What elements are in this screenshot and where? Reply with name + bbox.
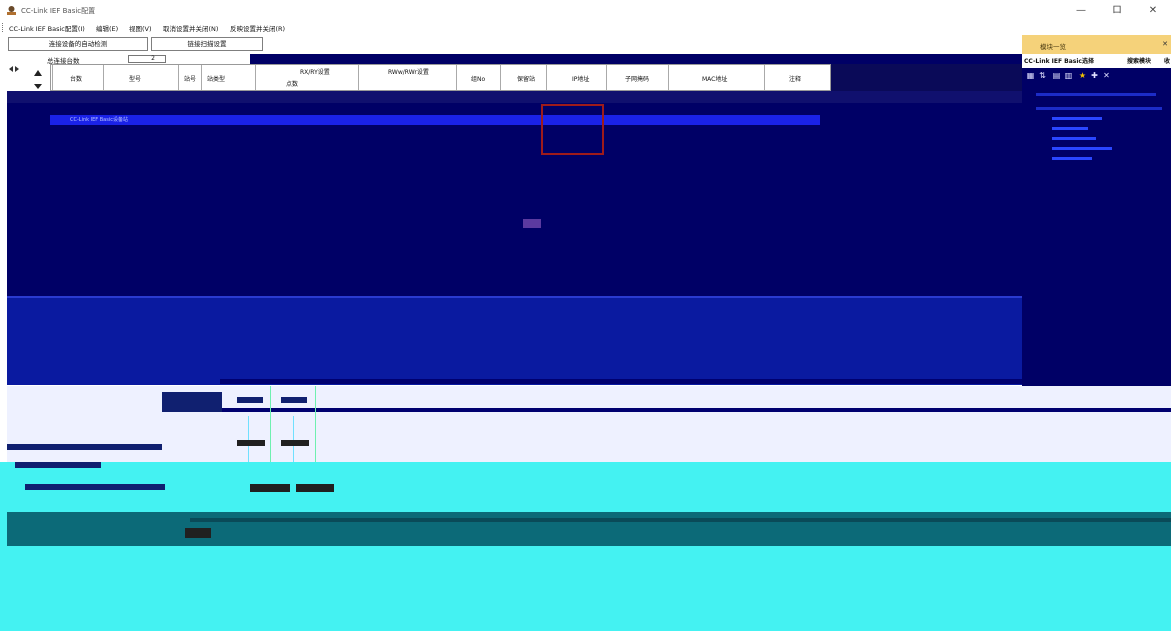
header-ip[interactable]: IP地址 [572, 74, 589, 83]
device-icon [185, 528, 211, 538]
header-subnet[interactable]: 子网掩码 [625, 74, 649, 83]
add-icon[interactable]: ✚ [1089, 70, 1100, 81]
status-band-line [190, 518, 1171, 522]
column-divider [103, 65, 104, 90]
menu-cclink[interactable]: CC-Link IEF Basic配置(I) [9, 23, 85, 33]
column-divider [668, 65, 669, 90]
network-line [7, 296, 1022, 298]
label-bar [25, 484, 165, 490]
column-divider [500, 65, 501, 90]
module-list-header: 模块一览 ✕ [1022, 35, 1171, 54]
close-button[interactable]: ✕ [1135, 0, 1171, 22]
prev-next-icon[interactable] [9, 66, 19, 72]
collapse-icon[interactable]: ▥ [1063, 70, 1074, 81]
device-icon [237, 440, 265, 446]
expand-icon[interactable]: ▤ [1051, 70, 1062, 81]
device-icon [237, 397, 263, 403]
module-list-title: 模块一览 [1040, 43, 1066, 51]
close-icon[interactable]: ✕ [1162, 40, 1168, 48]
master-station-icon [162, 392, 222, 412]
station-row[interactable] [7, 91, 1022, 103]
menu-apply-close[interactable]: 反映设置并关闭(R) [230, 23, 285, 33]
tab-search-module[interactable]: 搜索模块 [1127, 56, 1151, 65]
header-mac[interactable]: MAC地址 [702, 74, 727, 83]
delete-icon[interactable]: ✕ [1101, 70, 1112, 81]
title-bar: CC-Link IEF Basic配置 — ロ ✕ [0, 0, 1171, 22]
module-list-item[interactable] [1052, 127, 1088, 130]
device-icon [281, 397, 307, 403]
module-list-category[interactable] [1036, 107, 1162, 110]
column-divider [178, 65, 179, 90]
grid-header: 台数 型号 站号 站类型 RX/RY设置 点数 RWw/RWr设置 组No 保留… [7, 64, 831, 91]
minimize-button[interactable]: — [1063, 0, 1099, 22]
header-rx-ry[interactable]: RX/RY设置 [300, 67, 330, 76]
column-divider [52, 65, 53, 90]
module-list-tabs: CC-Link IEF Basic选择 搜索模块 收 [1022, 54, 1171, 68]
restore-button[interactable]: ロ [1099, 0, 1135, 22]
column-divider [456, 65, 457, 90]
menubar-grip [2, 23, 4, 32]
tab-cclink-select[interactable]: CC-Link IEF Basic选择 [1024, 56, 1094, 65]
guide-line [315, 386, 316, 462]
header-reserved[interactable]: 保留站 [517, 74, 535, 83]
guide-line [293, 416, 294, 462]
module-list-item[interactable] [1052, 157, 1092, 160]
module-list-toolbar: ▦ ⇅ ▤ ▥ ★ ✚ ✕ [1022, 68, 1171, 84]
sort-icon[interactable]: ⇅ [1037, 70, 1048, 81]
window-title: CC-Link IEF Basic配置 [21, 7, 96, 15]
column-divider [606, 65, 607, 90]
grid-view-icon[interactable]: ▦ [1025, 70, 1036, 81]
toolbar: 连接设备的自动检测 链接扫描设置 [0, 35, 1022, 53]
column-divider [358, 65, 359, 90]
favorite-icon[interactable]: ★ [1077, 70, 1088, 81]
header-comment[interactable]: 注释 [789, 74, 801, 83]
device-icon [281, 440, 309, 446]
device-icon [250, 484, 290, 492]
tab-favorites[interactable]: 收 [1164, 56, 1170, 65]
header-points: 点数 [286, 81, 299, 88]
station-row-selected[interactable]: CC-Link IEF Basic设备站 [50, 115, 820, 125]
header-rwr-rww[interactable]: RWw/RWr设置 [388, 67, 429, 76]
module-list-category[interactable] [1036, 93, 1156, 96]
total-connections-value: 2 [128, 55, 166, 63]
header-station-type[interactable]: 站类型 [207, 74, 225, 83]
device-icon [296, 484, 334, 492]
module-list-panel: 模块一览 ✕ CC-Link IEF Basic选择 搜索模块 收 ▦ ⇅ ▤ … [1022, 35, 1171, 386]
summary-row: 总连接台数 2 [7, 54, 250, 65]
detail-area [0, 462, 1171, 631]
station-row-model: CC-Link IEF Basic设备站 [70, 117, 128, 123]
guide-line [248, 416, 249, 462]
grid-side-nav [7, 64, 51, 91]
header-group[interactable]: 组No [471, 74, 485, 83]
grid-header-filler [831, 64, 1022, 91]
module-list-item[interactable] [1052, 137, 1096, 140]
module-list-item[interactable] [1052, 117, 1102, 120]
label-bar [7, 444, 162, 450]
column-divider [764, 65, 765, 90]
link-scan-settings-button[interactable]: 链接扫描设置 [151, 37, 263, 51]
column-divider [255, 65, 256, 90]
header-model[interactable]: 型号 [129, 74, 141, 83]
guide-line [270, 386, 271, 462]
column-divider [201, 65, 202, 90]
menu-bar: CC-Link IEF Basic配置(I) 编辑(E) 视图(V) 取消设置并… [0, 21, 1171, 34]
menu-cancel-close[interactable]: 取消设置并关闭(N) [163, 23, 218, 33]
menu-view[interactable]: 视图(V) [129, 23, 152, 33]
label-bar [15, 462, 101, 468]
module-list-item[interactable] [1052, 147, 1112, 150]
ip-address-cell-highlight [541, 104, 604, 155]
scroll-up-icon[interactable] [34, 70, 42, 76]
header-count[interactable]: 台数 [70, 74, 82, 83]
auto-detect-button[interactable]: 连接设备的自动检测 [8, 37, 148, 51]
menu-edit[interactable]: 编辑(E) [96, 23, 118, 33]
app-icon [7, 6, 16, 15]
scroll-down-icon[interactable] [34, 84, 42, 89]
column-divider [546, 65, 547, 90]
network-bus-line [220, 408, 1171, 412]
network-map-area [7, 296, 1022, 385]
station-icon [523, 219, 541, 228]
header-station-no[interactable]: 站号 [184, 74, 196, 83]
